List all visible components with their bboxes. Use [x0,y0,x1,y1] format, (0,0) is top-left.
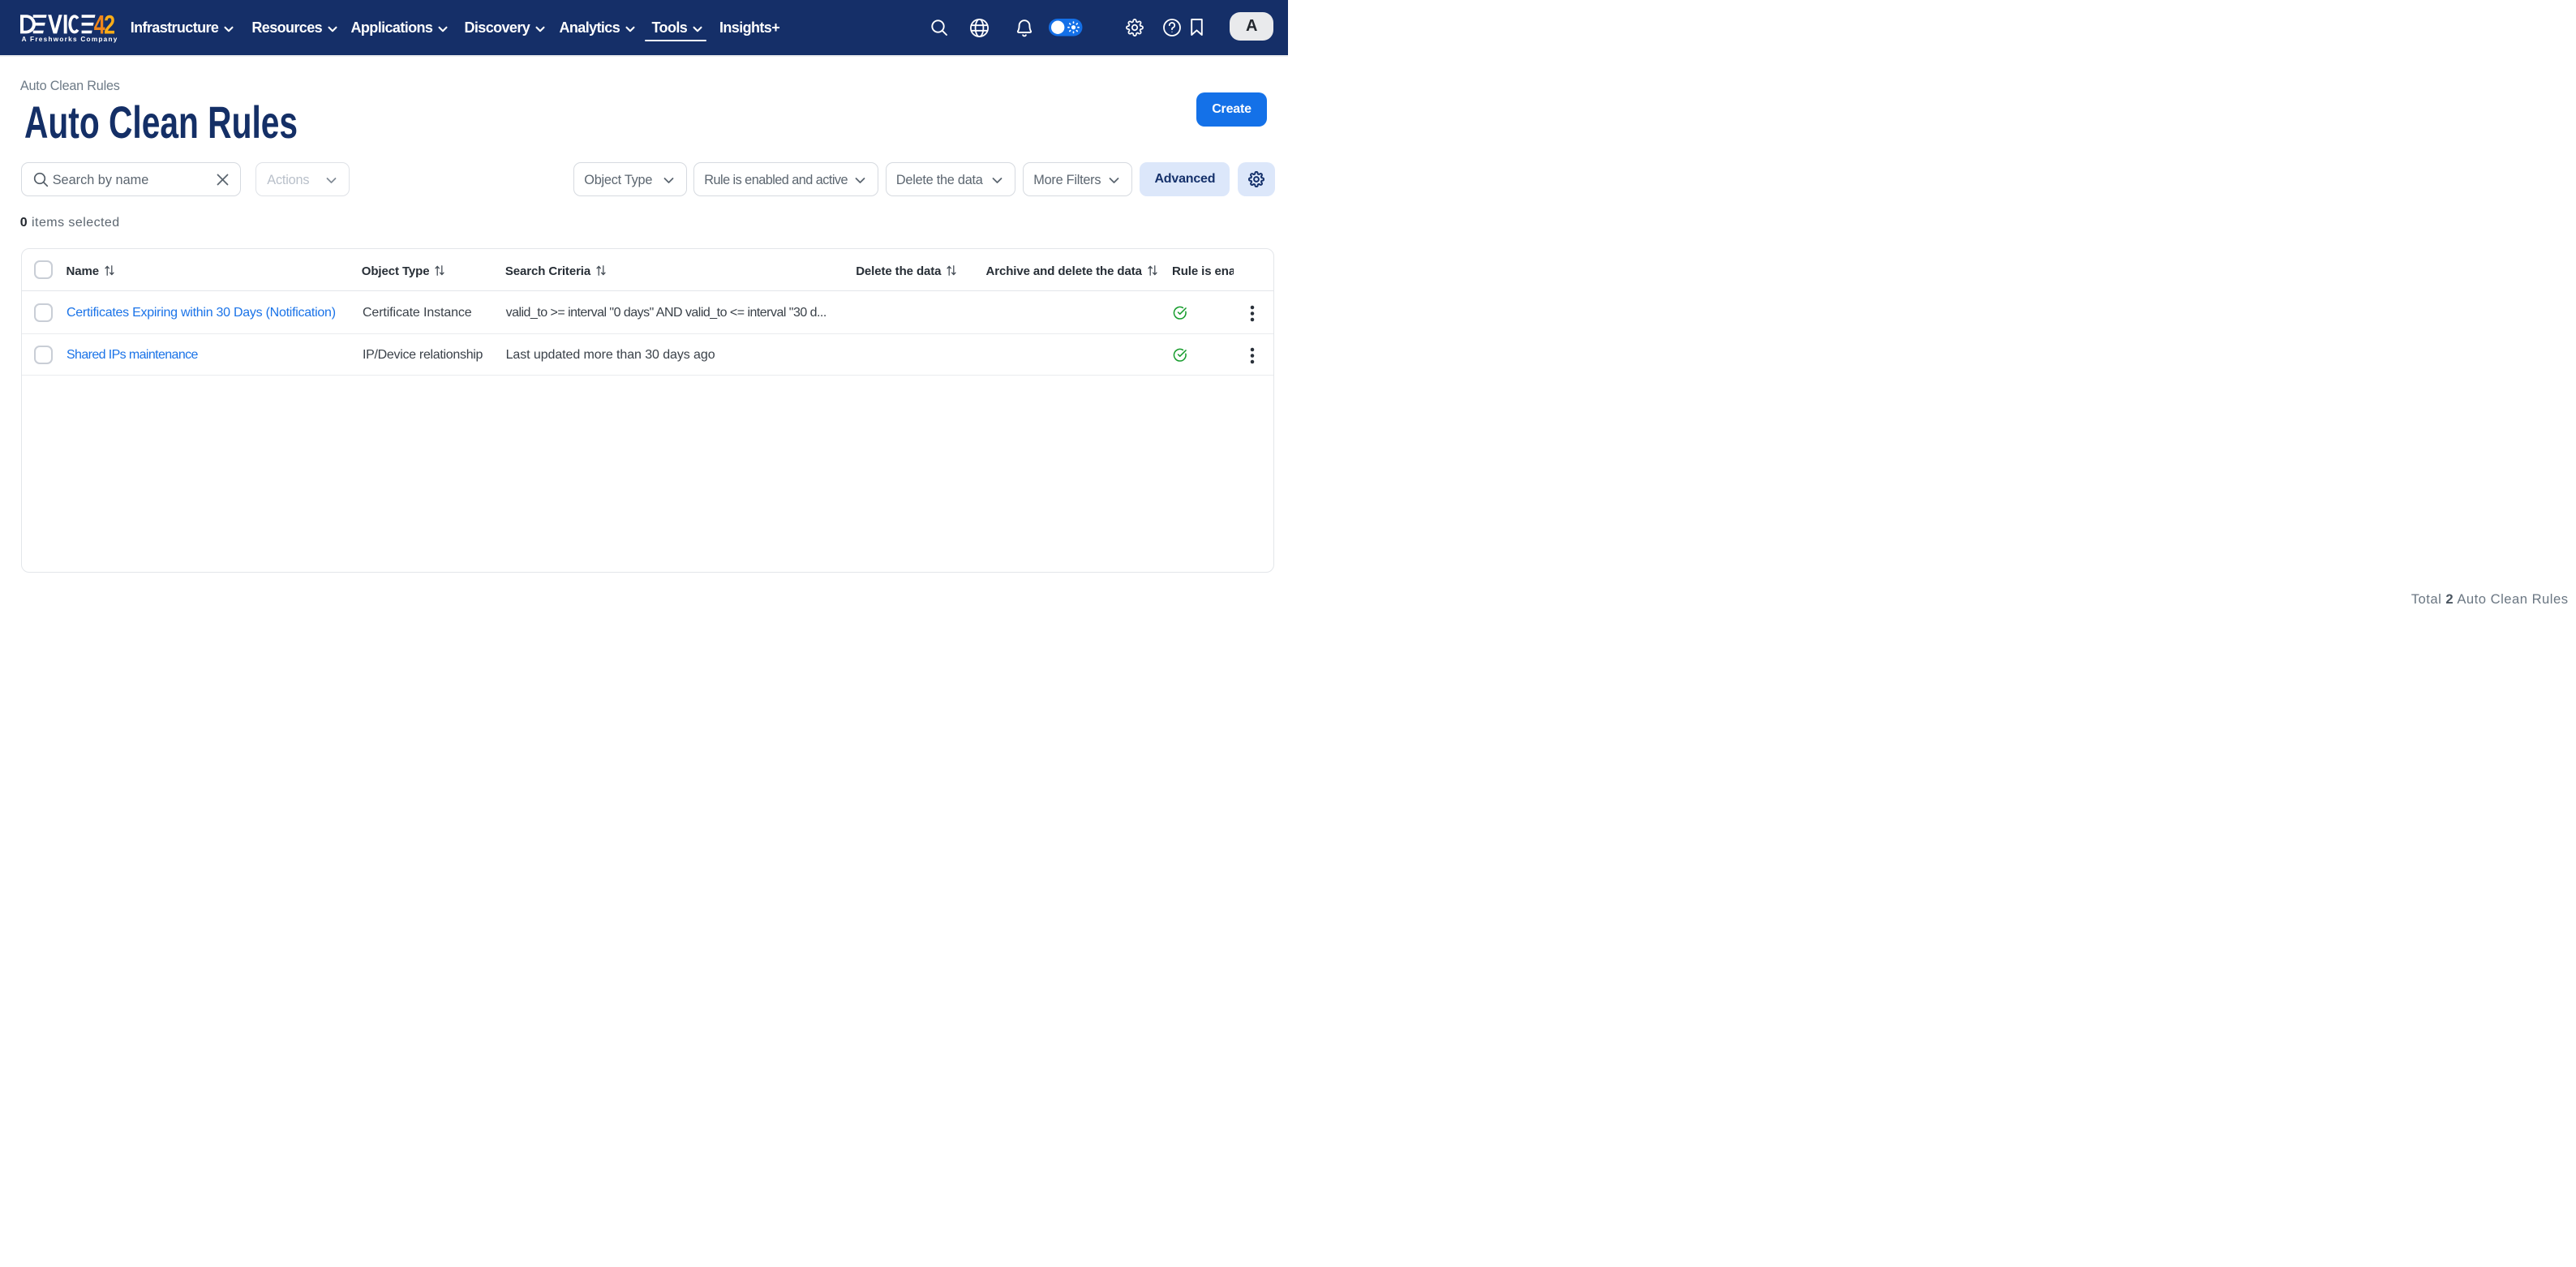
svg-text:42: 42 [93,14,114,34]
